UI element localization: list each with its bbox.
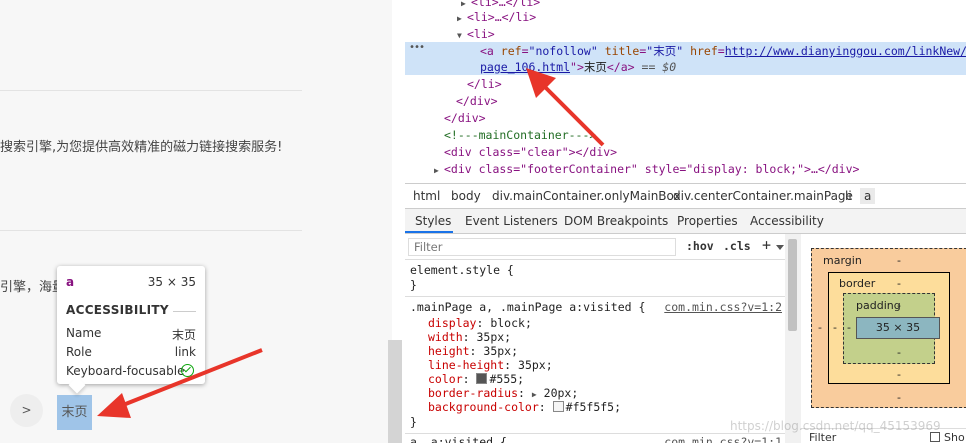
css-property[interactable]: display: block;	[428, 316, 532, 330]
divider	[173, 311, 196, 312]
rule-close: }	[410, 278, 417, 292]
rule-selector[interactable]: a, a:visited {	[410, 435, 507, 443]
dom-node-selected[interactable]: <a ref="nofollow" title="末页" href=http:/…	[405, 43, 966, 59]
elements-dom-tree: ••• ▶ <li>…</li> ▶ <li>…</li> ▼ <li> <a ref…	[405, 0, 966, 183]
border-top-value[interactable]: -	[897, 277, 901, 290]
color-swatch[interactable]	[552, 401, 564, 412]
rule-source-link[interactable]: com.min.css?v=1:2	[664, 300, 782, 314]
rule-selector[interactable]: .mainPage a, .mainPage a:visited {	[410, 300, 645, 314]
divider	[405, 296, 785, 297]
dom-node[interactable]: </div>	[405, 110, 966, 126]
box-model-content[interactable]: 35 × 35	[856, 317, 940, 339]
page-text-1: 搜索引擎,为您提供高效精准的磁力链接搜索服务!	[0, 140, 283, 155]
color-swatch[interactable]	[476, 373, 488, 384]
border-label: border	[839, 277, 876, 290]
styles-pane: Filter :hov .cls + element.style { } .ma…	[405, 234, 785, 443]
breadcrumb-item[interactable]: html	[413, 189, 440, 203]
dom-node[interactable]: <!---mainContainer--->	[405, 127, 966, 143]
collapse-icon[interactable]: ▼	[457, 28, 467, 44]
border-bottom-value[interactable]: -	[897, 368, 901, 381]
check-circle-icon	[181, 364, 194, 377]
styles-toolbar: Filter :hov .cls +	[405, 234, 785, 260]
css-property[interactable]: height: 35px;	[428, 344, 518, 358]
href-link[interactable]: page_106.html	[480, 60, 570, 74]
breadcrumb-item[interactable]: div.centerContainer.mainPage	[673, 189, 853, 203]
css-property[interactable]: background-color: #f5f5f5;	[428, 400, 621, 414]
tab-accessibility[interactable]: Accessibility	[750, 214, 824, 228]
breadcrumb: html body div.mainContainer.onlyMainBox …	[405, 183, 966, 209]
inspect-tooltip: a 35 × 35 ACCESSIBILITY Name 末页 Role lin…	[57, 266, 205, 384]
next-page-button[interactable]: >	[10, 394, 43, 427]
dom-node[interactable]: ▶ <li>…</li>	[405, 9, 966, 25]
tooltip-size: 35 × 35	[147, 275, 196, 289]
padding-label: padding	[856, 299, 901, 312]
margin-top-value[interactable]: -	[897, 254, 901, 267]
dom-node[interactable]: ▶ <div class="footerContainer" style="dis…	[405, 161, 966, 177]
margin-left-value[interactable]: -	[818, 321, 822, 334]
margin-label: margin	[823, 254, 862, 267]
tooltip-key: Keyboard-focusable	[66, 364, 185, 378]
tab-properties[interactable]: Properties	[677, 214, 738, 228]
styles-scroll-thumb[interactable]	[788, 239, 797, 331]
dom-node-selected-cont[interactable]: page_106.html">末页</a> == $0	[405, 59, 966, 75]
margin-bottom-value[interactable]: -	[897, 391, 901, 404]
tab-styles[interactable]: Styles	[415, 214, 451, 228]
hov-toggle[interactable]: :hov	[686, 239, 714, 253]
breadcrumb-item[interactable]: li	[845, 189, 852, 203]
page-text-2: 引擎，海量	[0, 280, 66, 295]
href-link[interactable]: http://www.dianyinggou.com/linkNew/	[725, 44, 966, 58]
dom-node[interactable]: ▼ <li>	[405, 26, 966, 42]
cls-toggle[interactable]: .cls	[723, 239, 751, 253]
dom-node[interactable]: <div class="clear"></div>	[405, 144, 966, 160]
padding-left-value[interactable]: -	[847, 321, 851, 334]
box-model: 35 × 35 margin - border - padding - - - …	[801, 234, 966, 443]
breadcrumb-item-active[interactable]: a	[860, 188, 876, 204]
tooltip-heading: ACCESSIBILITY	[66, 303, 169, 317]
expand-icon[interactable]: ▶	[457, 11, 467, 27]
element-style-selector[interactable]: element.style {	[410, 263, 514, 277]
divider	[0, 90, 302, 91]
sidebar-tabs: Styles Event Listeners DOM Breakpoints P…	[405, 209, 966, 234]
border-left-value[interactable]: -	[833, 321, 837, 334]
padding-top-value[interactable]: -	[897, 299, 901, 312]
divider	[405, 433, 785, 434]
padding-bottom-value[interactable]: -	[897, 346, 901, 359]
expand-icon[interactable]: ▶	[532, 390, 537, 399]
breadcrumb-item[interactable]: body	[451, 189, 481, 203]
new-rule-button[interactable]: +	[762, 236, 771, 254]
last-page-link[interactable]: 末页	[57, 395, 92, 430]
tooltip-value: link	[174, 345, 196, 359]
css-property[interactable]: line-height: 35px;	[428, 358, 553, 372]
divider	[0, 230, 302, 231]
rule-close: }	[410, 415, 417, 429]
css-property[interactable]: color: #555;	[428, 372, 524, 386]
watermark: https://blog.csdn.net/qq_45153969	[730, 419, 941, 433]
dom-node[interactable]: </li>	[405, 76, 966, 92]
tooltip-key: Name	[66, 326, 102, 340]
active-tab-indicator	[405, 231, 453, 233]
dom-node[interactable]: </div>	[405, 93, 966, 109]
tooltip-tag: a	[66, 275, 75, 289]
tab-dom-breakpoints[interactable]: DOM Breakpoints	[564, 214, 668, 228]
css-property[interactable]: border-radius: ▶ 20px;	[428, 386, 578, 400]
css-property[interactable]: width: 35px;	[428, 330, 511, 344]
rule-source-link[interactable]: com.min.css?v=1:1	[664, 435, 782, 443]
dropdown-arrow-icon[interactable]	[776, 245, 784, 250]
tooltip-value: 末页	[171, 328, 196, 342]
page-scrollbar[interactable]	[388, 340, 402, 443]
show-all-label: Sho	[944, 431, 965, 443]
tab-event-listeners[interactable]: Event Listeners	[465, 214, 558, 228]
tooltip-key: Role	[66, 345, 92, 359]
breadcrumb-item[interactable]: div.mainContainer.onlyMainBox	[492, 189, 681, 203]
styles-filter-input[interactable]: Filter	[408, 238, 676, 256]
show-all-checkbox[interactable]	[930, 432, 940, 442]
